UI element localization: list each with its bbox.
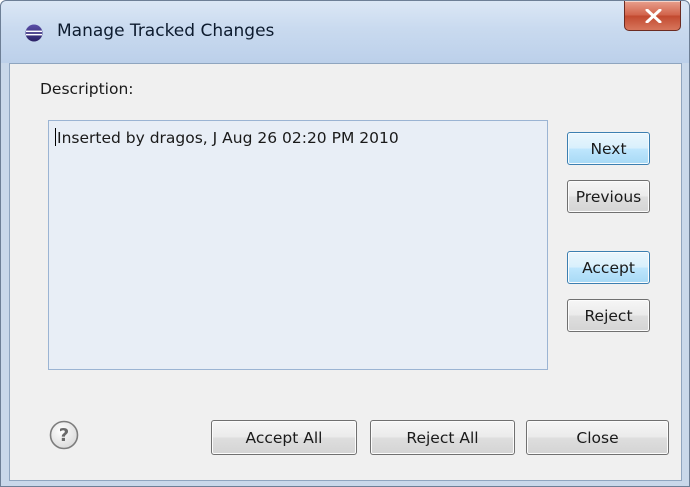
close-button[interactable]: Close [526,420,669,455]
help-icon[interactable]: ? [49,420,79,450]
description-label: Description: [40,80,134,98]
window-title: Manage Tracked Changes [57,21,275,41]
description-text: Inserted by dragos, J Aug 26 02:20 PM 20… [57,129,399,147]
description-text-area[interactable]: Inserted by dragos, J Aug 26 02:20 PM 20… [48,120,548,370]
next-button[interactable]: Next [567,132,650,165]
title-bar[interactable]: Manage Tracked Changes [1,1,689,63]
window-close-button[interactable] [624,1,681,31]
reject-button[interactable]: Reject [567,299,650,332]
text-cursor [55,128,56,146]
manage-tracked-changes-dialog: Manage Tracked Changes Description: Inse… [0,0,690,487]
accept-button[interactable]: Accept [567,251,650,284]
close-icon [645,9,662,23]
eclipse-icon [25,24,43,42]
svg-text:?: ? [59,425,69,446]
previous-button[interactable]: Previous [567,180,650,213]
reject-all-button[interactable]: Reject All [370,420,515,455]
dialog-content: Description: Inserted by dragos, J Aug 2… [9,63,682,481]
accept-all-button[interactable]: Accept All [211,420,357,455]
